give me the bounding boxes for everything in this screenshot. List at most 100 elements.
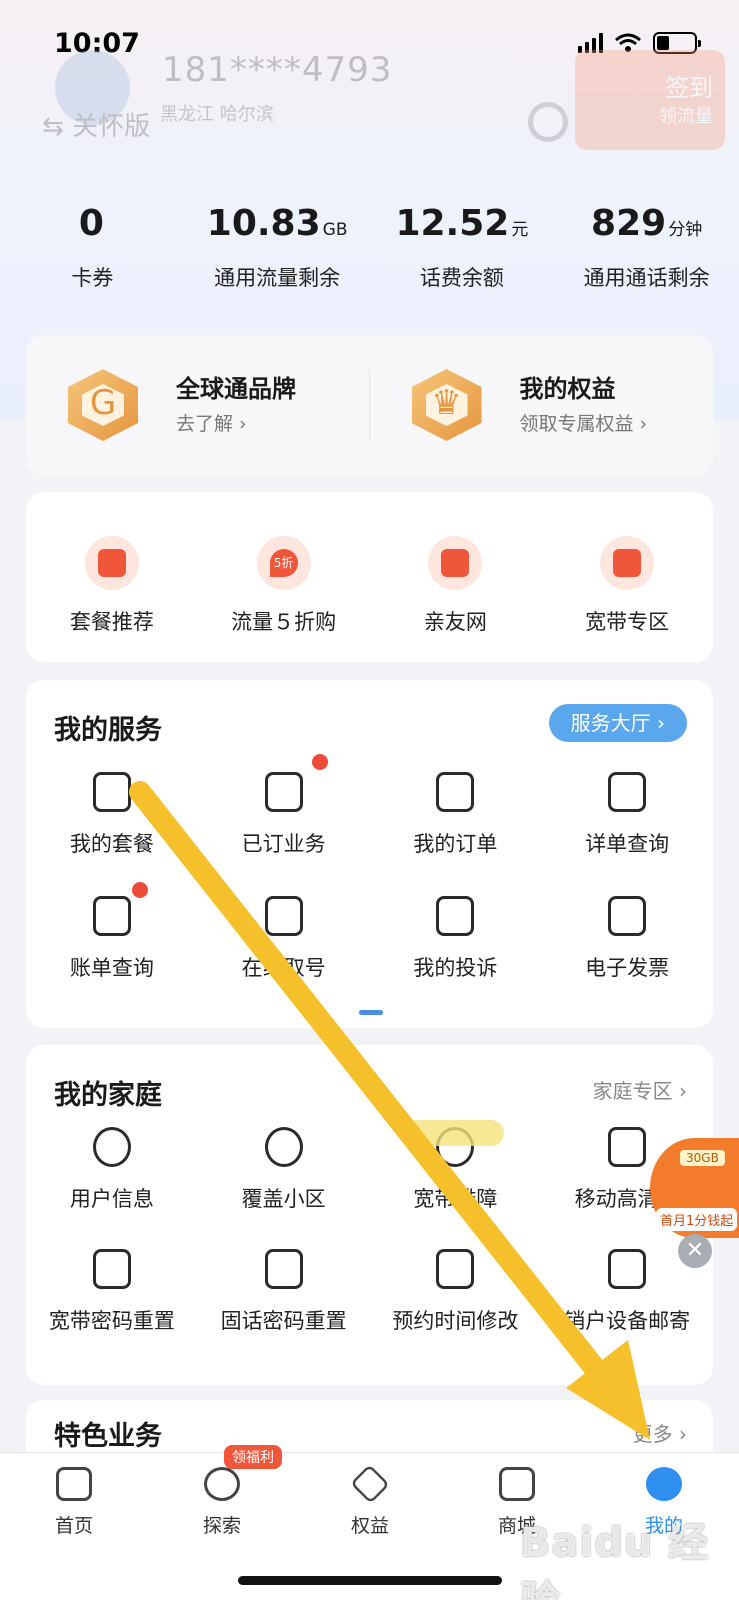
family-item[interactable]: 覆盖小区 <box>198 1127 370 1213</box>
router-icon <box>600 536 655 590</box>
care-mode-label: 关怀版 <box>72 112 151 142</box>
tab-home[interactable]: 首页 <box>14 1467 134 1538</box>
care-mode-link[interactable]: ⇆ 关怀版 <box>42 106 150 143</box>
stat-unit: 分钟 <box>668 220 703 240</box>
stat-value: 12.52 <box>395 203 510 244</box>
home-store-icon <box>56 1467 92 1501</box>
stat-label: 卡券 <box>71 266 114 290</box>
close-icon[interactable]: ✕ <box>678 1234 712 1268</box>
diamond-icon <box>350 1464 390 1504</box>
landline-lock-icon <box>264 1249 303 1289</box>
highlight-smudge <box>404 1120 504 1146</box>
floating-ad[interactable]: 30GB 首月1分钱起 <box>650 1138 739 1238</box>
service-hall-button[interactable]: 服务大厅 › <box>548 704 687 742</box>
invoice-icon <box>608 896 647 936</box>
user-info-icon <box>92 1127 131 1167</box>
subscribed-bag-icon <box>264 772 303 812</box>
family-zone-link[interactable]: 家庭专区 › <box>593 1075 687 1104</box>
mail-box-icon <box>608 1249 647 1289</box>
section-title: 特色业务 <box>54 1421 162 1452</box>
stat-balance[interactable]: 12.52 元 话费余额 <box>370 200 555 292</box>
quick-item-data-discount[interactable]: 5折 流量５折购 <box>198 536 370 636</box>
quick-entry-card: 套餐推荐 5折 流量５折购 亲友网 宽带专区 <box>26 492 713 662</box>
quick-item-broadband[interactable]: 宽带专区 <box>541 536 713 636</box>
family-item[interactable]: 用户信息 <box>26 1127 198 1213</box>
service-item[interactable]: 在线取号 <box>198 896 370 982</box>
service-item[interactable]: 我的套餐 <box>26 772 198 858</box>
stat-unit: GB <box>322 220 348 240</box>
profile-header: 181****4793 黑龙江 哈尔滨 ⇆ 关怀版 签到 领流量 <box>0 40 739 150</box>
featured-more-link[interactable]: 更多 › <box>633 1418 687 1447</box>
ad-top-label: 30GB <box>680 1150 725 1166</box>
section-title: 我的服务 <box>54 715 162 746</box>
service-item[interactable]: 我的订单 <box>370 772 542 858</box>
stat-label: 通用流量剩余 <box>214 266 341 290</box>
explore-badge: 领福利 <box>224 1445 282 1469</box>
service-label: 详单查询 <box>585 832 670 856</box>
tab-label: 首页 <box>54 1515 93 1537</box>
stat-call-minutes[interactable]: 829 分钟 通用通话剩余 <box>554 200 739 292</box>
brand-global-link[interactable]: G 全球通品牌 去了解 › <box>26 335 370 475</box>
service-label: 我的套餐 <box>69 832 154 856</box>
shopping-bag-icon <box>92 772 131 812</box>
family-item[interactable]: 宽带密码重置 <box>26 1249 198 1335</box>
notification-dot <box>311 754 328 770</box>
quick-item-label: 宽带专区 <box>585 610 670 634</box>
section-title: 我的家庭 <box>54 1080 162 1111</box>
queue-ticket-icon <box>264 896 303 936</box>
brand-subtitle: 去了解 › <box>176 413 247 435</box>
family-item[interactable]: 固话密码重置 <box>198 1249 370 1335</box>
family-label: 预约时间修改 <box>392 1309 519 1333</box>
hd-tv-icon <box>608 1127 647 1167</box>
service-label: 已订业务 <box>241 832 326 856</box>
service-label: 电子发票 <box>585 956 670 980</box>
my-rights-link[interactable]: ♛ 我的权益 领取专属权益 › <box>370 335 714 475</box>
home-indicator[interactable] <box>238 1576 502 1585</box>
family-label: 用户信息 <box>69 1187 154 1211</box>
tab-rights[interactable]: 权益 <box>310 1464 430 1538</box>
service-label: 我的投诉 <box>413 956 498 980</box>
stat-value: 10.83 <box>206 203 321 244</box>
stat-unit: 元 <box>511 220 529 240</box>
service-item[interactable]: 详单查询 <box>541 772 713 858</box>
watermark: Baidu 经验 <box>520 1520 710 1600</box>
brand-subtitle: 领取专属权益 › <box>519 413 648 435</box>
quick-item-package[interactable]: 套餐推荐 <box>26 536 198 636</box>
my-services-card: 我的服务 服务大厅 › 我的套餐 已订业务 我的订单 详单查询 账单查询 在线取… <box>26 680 713 1028</box>
service-item[interactable]: 账单查询 <box>26 882 198 982</box>
gear-icon[interactable] <box>528 102 568 142</box>
phone-number: 181****4793 <box>162 50 393 90</box>
stat-data-remaining[interactable]: 10.83 GB 通用流量剩余 <box>185 200 370 292</box>
brand-title: 全球通品牌 <box>176 375 296 403</box>
tab-explore[interactable]: 探索 <box>162 1467 282 1538</box>
complaint-chat-icon <box>436 896 475 936</box>
router-clock-icon <box>436 1249 475 1289</box>
service-label: 我的订单 <box>413 832 498 856</box>
service-item[interactable]: 已订业务 <box>198 754 370 858</box>
brand-card: G 全球通品牌 去了解 › ♛ 我的权益 领取专属权益 › <box>26 335 713 475</box>
service-item[interactable]: 我的投诉 <box>370 896 542 982</box>
discount-drop-icon: 5折 <box>256 536 311 590</box>
service-item[interactable]: 电子发票 <box>541 896 713 982</box>
stat-label: 通用通话剩余 <box>583 266 710 290</box>
stat-label: 话费余额 <box>419 266 504 290</box>
signin-sub-label: 领流量 <box>659 106 713 127</box>
clipboard-check-icon <box>436 772 475 812</box>
quick-item-family-net[interactable]: 亲友网 <box>370 536 542 636</box>
stat-coupons[interactable]: 0 卡券 <box>0 200 185 292</box>
stat-value: 0 <box>78 203 104 244</box>
signin-banner[interactable]: 签到 领流量 <box>575 50 725 150</box>
compass-icon <box>204 1467 240 1501</box>
service-label: 账单查询 <box>69 956 154 980</box>
user-icon <box>646 1467 682 1501</box>
balance-stats: 0 卡券 10.83 GB 通用流量剩余 12.52 元 话费余额 829 分钟 通用… <box>0 200 739 292</box>
globe-brand-icon: G <box>68 369 138 441</box>
list-document-icon <box>608 772 647 812</box>
family-label: 固话密码重置 <box>220 1309 347 1333</box>
family-label: 宽带密码重置 <box>48 1309 175 1333</box>
family-item[interactable]: 预约时间修改 <box>370 1249 542 1335</box>
notification-dot <box>132 882 148 898</box>
stat-value: 829 <box>591 203 667 244</box>
tab-label: 探索 <box>202 1515 241 1537</box>
bill-yuan-icon <box>92 896 131 936</box>
